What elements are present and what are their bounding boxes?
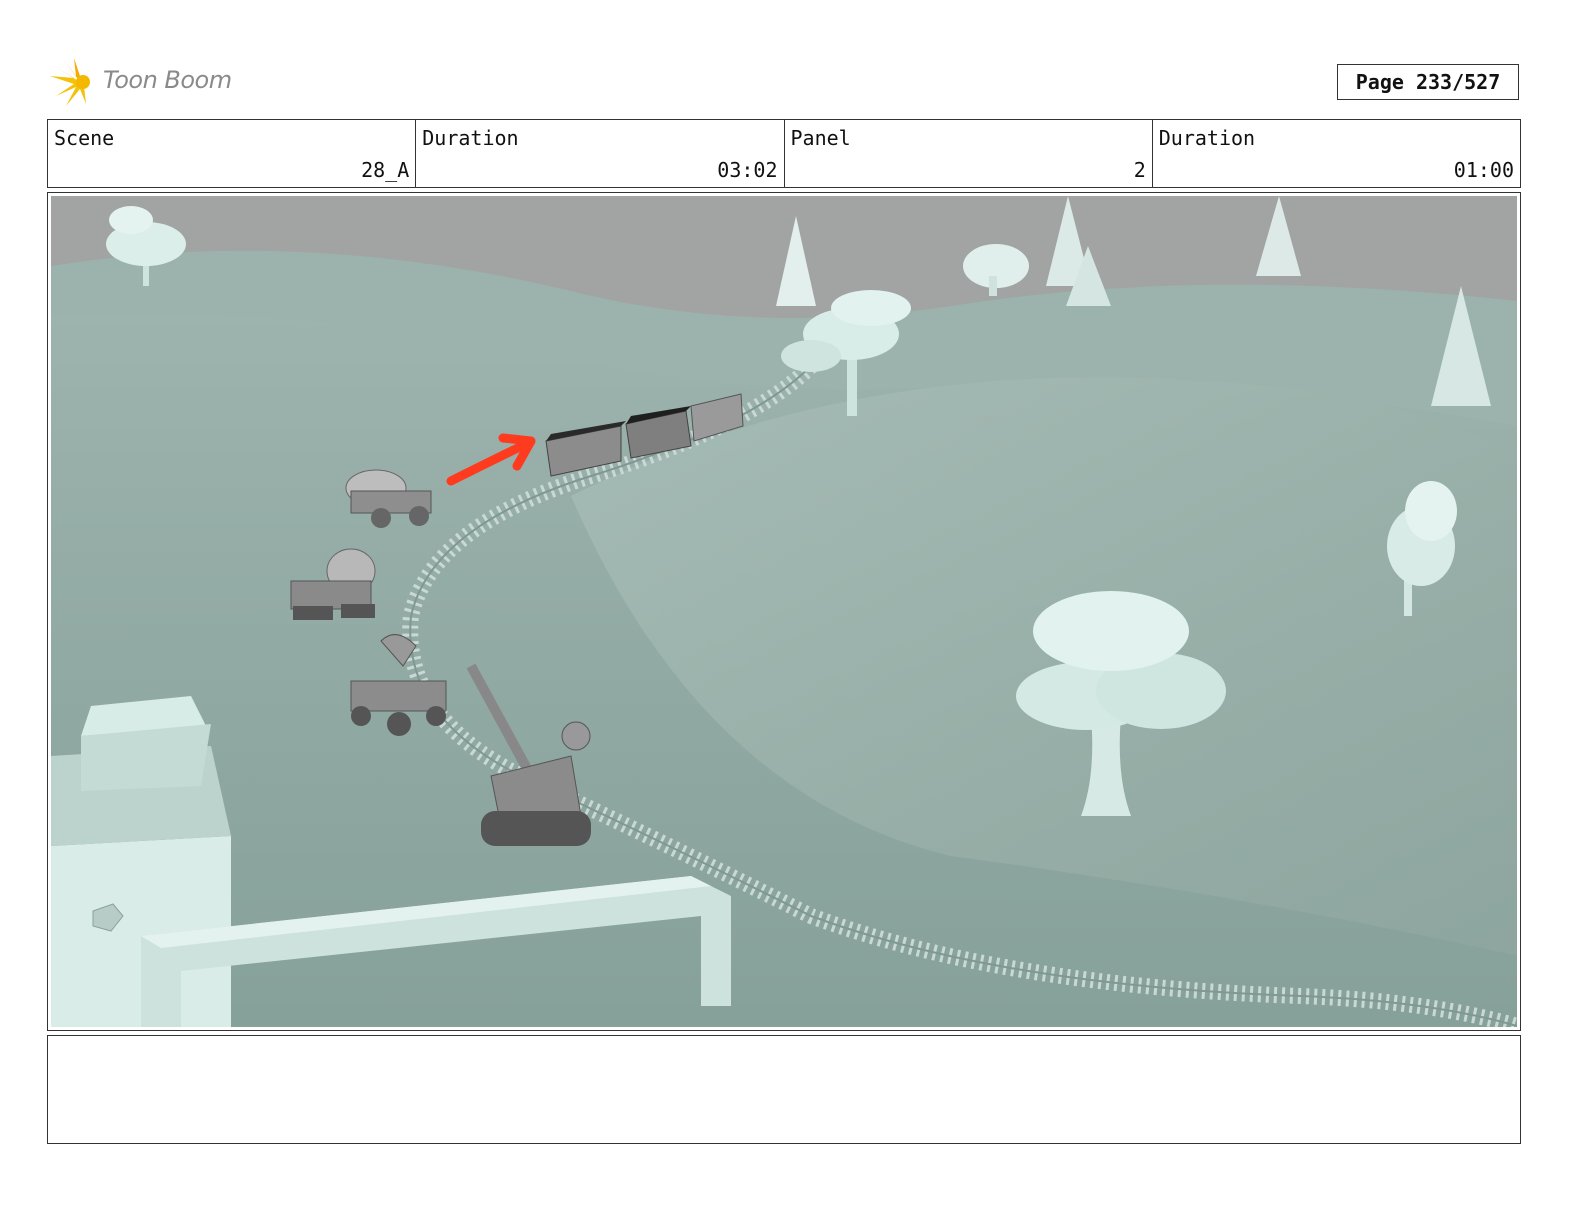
logo-wordmark: Toon Boom xyxy=(103,66,232,94)
scene-duration-label: Duration xyxy=(422,126,519,150)
panel-value: 2 xyxy=(1133,158,1146,182)
panel-duration-label: Duration xyxy=(1158,126,1256,150)
scene-duration-value: 03:02 xyxy=(717,158,778,182)
page-number: Page 233/527 xyxy=(1337,64,1519,100)
panel-cell: Panel 2 xyxy=(785,120,1153,187)
scene-cell: Scene 28_A xyxy=(48,120,417,187)
storyboard-panel-frame xyxy=(47,192,1521,1031)
panel-duration-value: 01:00 xyxy=(1453,158,1514,182)
panel-duration-cell: Duration 01:00 xyxy=(1153,120,1520,187)
scene-value: 28_A xyxy=(361,158,410,182)
panel-info-table: Scene 28_A Duration 03:02 Panel 2 Durati… xyxy=(47,119,1521,188)
scene-duration-cell: Duration 03:02 xyxy=(416,120,785,187)
panel-notes-box xyxy=(47,1035,1521,1144)
starburst-icon xyxy=(50,58,90,106)
panel-artwork xyxy=(51,196,1517,1027)
toon-boom-logo: Toon Boom xyxy=(50,56,250,108)
scene-label: Scene xyxy=(54,126,115,150)
panel-label: Panel xyxy=(790,126,851,150)
